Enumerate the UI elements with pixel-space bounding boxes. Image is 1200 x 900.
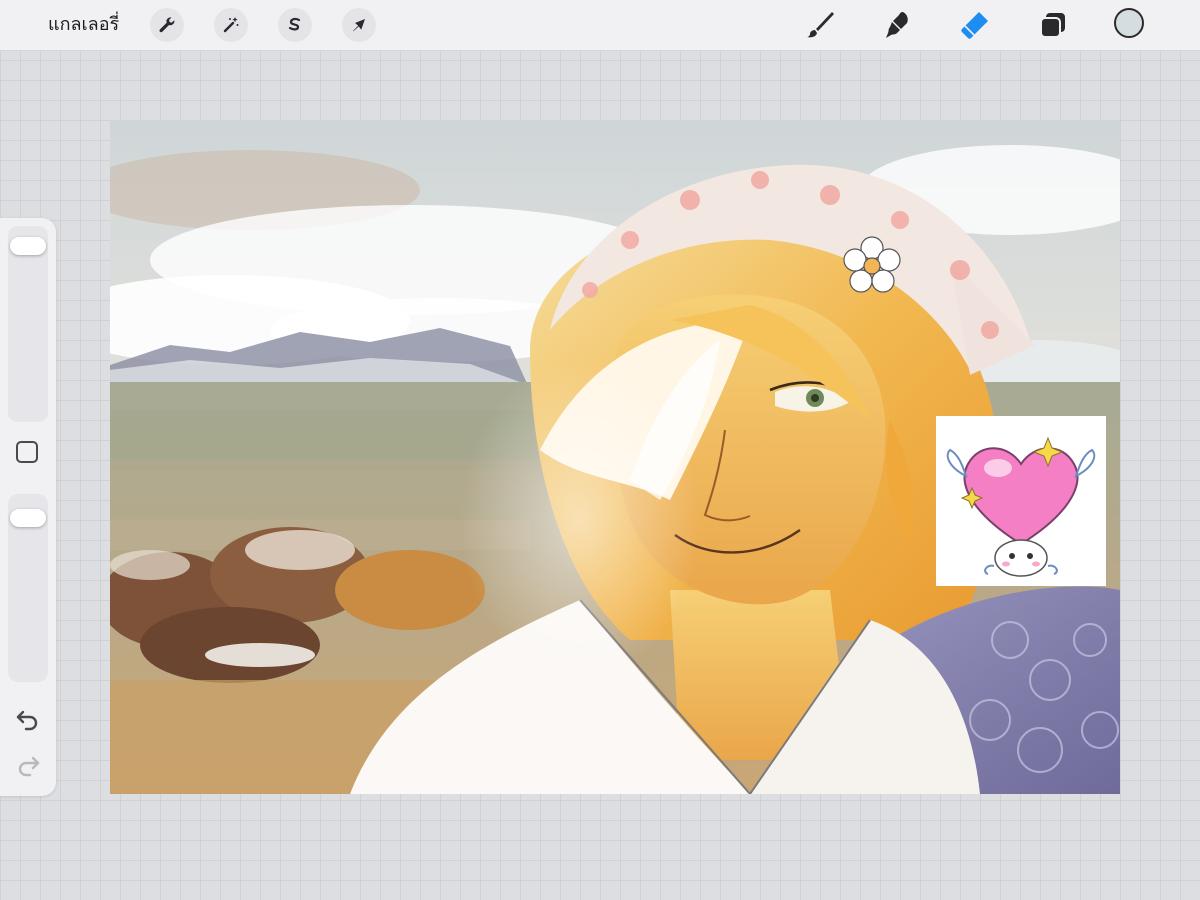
layers-button[interactable]: [1036, 8, 1070, 42]
drawing-canvas[interactable]: [110, 120, 1120, 794]
magic-wand-icon: [223, 17, 239, 33]
selection-icon: [288, 17, 301, 31]
eraser-icon: [961, 12, 988, 39]
brush-tool-button[interactable]: [803, 8, 837, 42]
undo-icon[interactable]: [14, 708, 42, 732]
redo-icon[interactable]: [14, 754, 42, 778]
heart-sticker-image: [936, 416, 1106, 586]
smudge-tool-button[interactable]: [880, 8, 914, 42]
top-toolbar: แกลเลอรี่: [0, 0, 1200, 51]
gallery-button[interactable]: แกลเลอรี่: [48, 10, 119, 40]
color-picker-button[interactable]: [1114, 8, 1144, 38]
transform-arrow-icon: [353, 19, 365, 32]
opacity-thumb[interactable]: [10, 509, 46, 528]
selection-button[interactable]: [278, 8, 312, 42]
adjustments-wand-button[interactable]: [214, 8, 248, 42]
wrench-icon: [159, 17, 175, 33]
smudge-icon: [886, 12, 908, 38]
left-sidebar: [0, 218, 56, 796]
modify-square-icon[interactable]: [16, 441, 38, 463]
brush-icon: [807, 12, 834, 38]
eraser-tool-button[interactable]: [958, 8, 992, 42]
transform-button[interactable]: [342, 8, 376, 42]
layers-icon: [1040, 13, 1065, 38]
actions-wrench-button[interactable]: [150, 8, 184, 42]
brush-size-slider[interactable]: [8, 226, 48, 422]
brush-size-thumb[interactable]: [10, 236, 46, 255]
